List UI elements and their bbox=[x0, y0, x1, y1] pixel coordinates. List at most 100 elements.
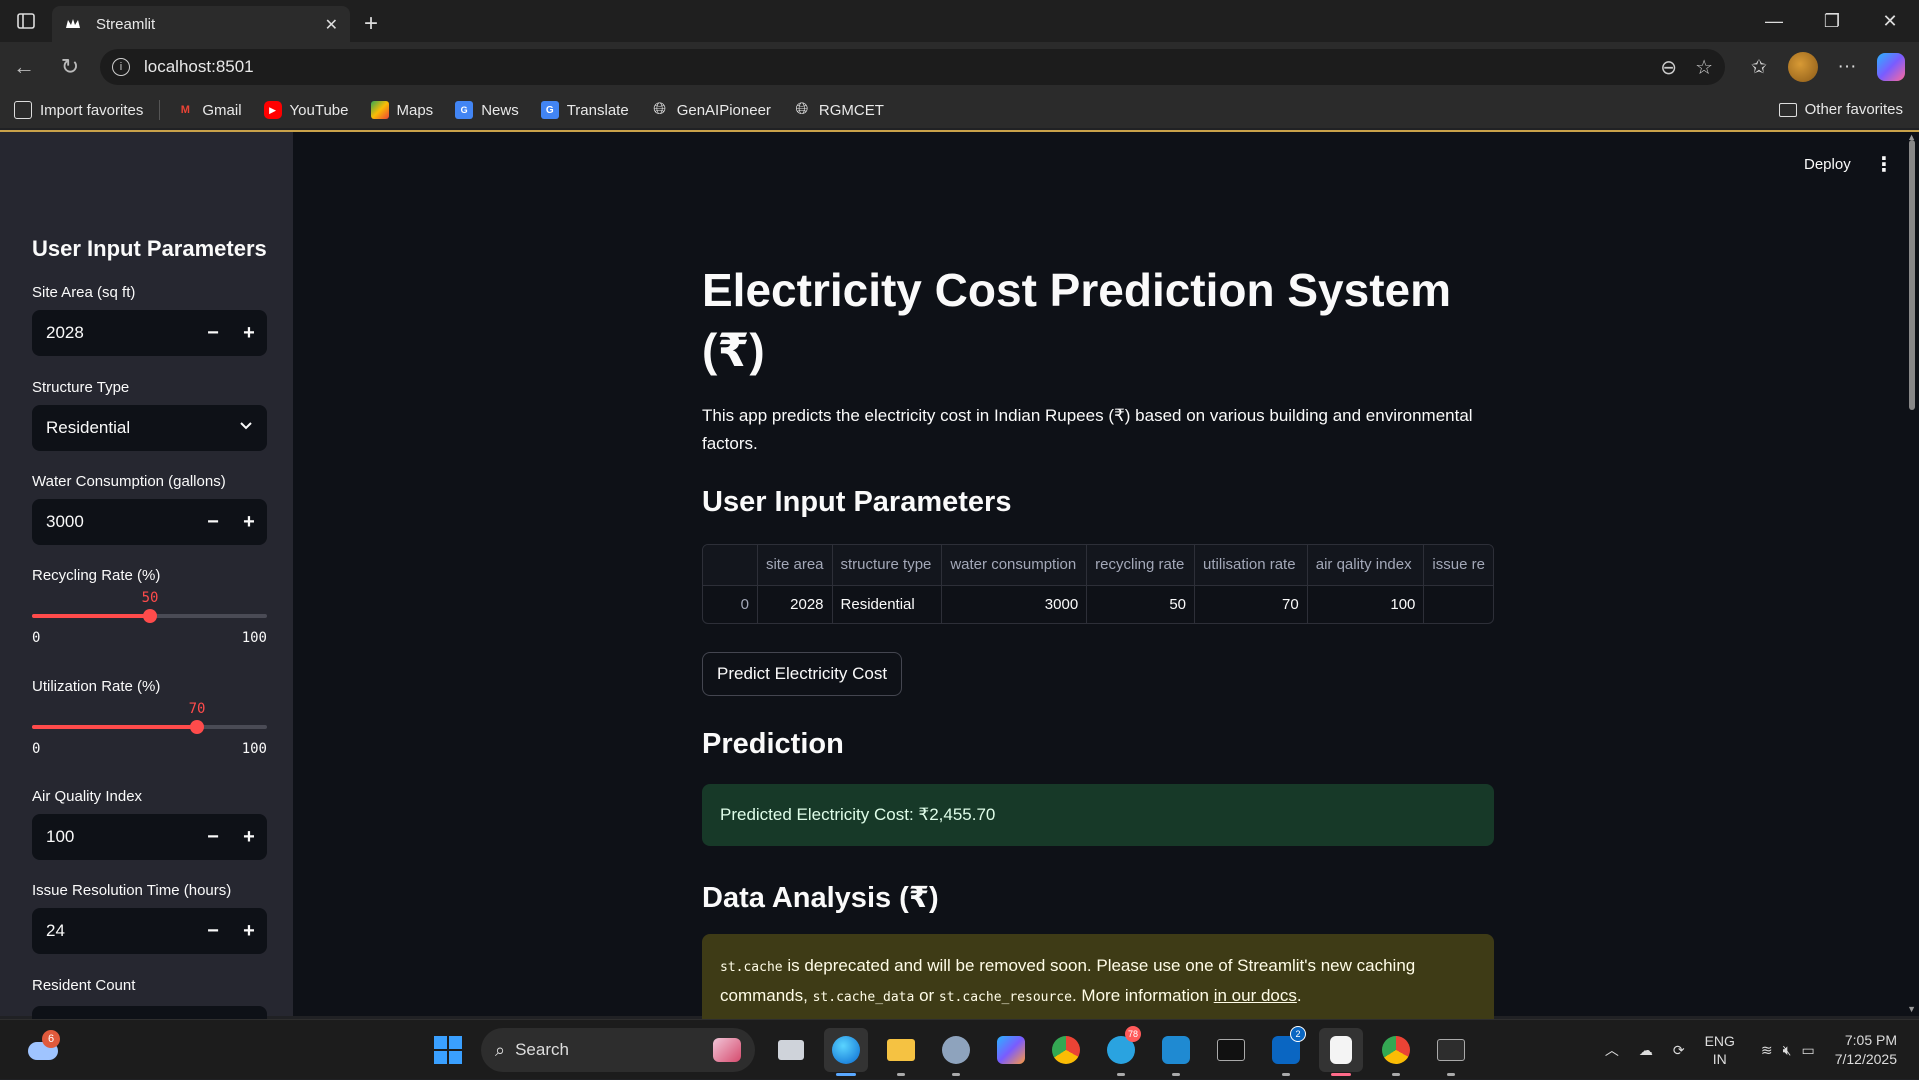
resident-count-input[interactable] bbox=[32, 1006, 267, 1020]
predict-button[interactable]: Predict Electricity Cost bbox=[702, 652, 903, 696]
favorite-news[interactable]: G News bbox=[455, 101, 519, 119]
table-cell[interactable]: Residential bbox=[832, 585, 943, 623]
copilot-icon[interactable] bbox=[1875, 51, 1907, 83]
code-st-cache: st.cache bbox=[720, 960, 783, 975]
restore-icon[interactable]: ❐ bbox=[1803, 0, 1861, 42]
scroll-down-icon[interactable]: ▼ bbox=[1907, 1004, 1916, 1014]
decrement-button[interactable]: − bbox=[195, 908, 231, 954]
chrome-profile-icon[interactable] bbox=[1374, 1028, 1418, 1076]
column-header[interactable] bbox=[703, 545, 758, 586]
site-area-value[interactable]: 2028 bbox=[32, 323, 195, 343]
profile-avatar[interactable] bbox=[1787, 51, 1819, 83]
scrollbar-thumb[interactable] bbox=[1909, 140, 1915, 410]
close-window-icon[interactable]: ✕ bbox=[1861, 0, 1919, 42]
increment-button[interactable]: + bbox=[231, 310, 267, 356]
back-icon[interactable]: ← bbox=[0, 47, 48, 87]
water-input[interactable]: 3000 − + bbox=[32, 499, 267, 545]
column-header[interactable]: issue re bbox=[1423, 545, 1493, 586]
onedrive-icon[interactable]: ☁ bbox=[1639, 1042, 1653, 1059]
app-icon[interactable] bbox=[1319, 1028, 1363, 1076]
params-dataframe[interactable]: site area structure type water consumpti… bbox=[702, 544, 1494, 624]
favorite-youtube[interactable]: ▶ YouTube bbox=[263, 101, 349, 119]
site-area-input[interactable]: 2028 − + bbox=[32, 310, 267, 356]
table-cell[interactable]: 2028 bbox=[757, 585, 833, 623]
increment-button[interactable]: + bbox=[231, 908, 267, 954]
battery-icon[interactable]: ▭ bbox=[1801, 1042, 1814, 1059]
taskbar-search[interactable]: ⌕ Search bbox=[481, 1028, 755, 1072]
close-tab-icon[interactable]: ✕ bbox=[325, 15, 338, 35]
scroll-up-icon[interactable]: ▲ bbox=[1907, 132, 1916, 142]
reload-icon[interactable]: ↻ bbox=[46, 47, 94, 87]
zoom-icon[interactable]: ⊖ bbox=[1660, 55, 1677, 80]
minimize-icon[interactable]: — bbox=[1745, 0, 1803, 42]
increment-button[interactable]: + bbox=[231, 814, 267, 860]
column-header[interactable]: utilisation rate bbox=[1194, 545, 1308, 586]
chrome-icon[interactable] bbox=[1044, 1028, 1088, 1072]
table-cell[interactable]: 3000 bbox=[941, 585, 1088, 623]
powershell-icon[interactable] bbox=[1429, 1028, 1473, 1076]
column-header[interactable]: site area bbox=[757, 545, 833, 586]
column-header[interactable]: recycling rate bbox=[1086, 545, 1196, 586]
clock[interactable]: 7:05 PM 7/12/2025 bbox=[1835, 1031, 1897, 1069]
edge-icon[interactable] bbox=[824, 1028, 868, 1076]
favorites-icon[interactable]: ✩ bbox=[1743, 51, 1775, 83]
language-indicator[interactable]: ENG IN bbox=[1705, 1032, 1735, 1068]
chevron-up-icon[interactable]: ︿ bbox=[1605, 1040, 1619, 1060]
favorite-import[interactable]: Import favorites bbox=[14, 101, 143, 119]
recycling-slider[interactable]: 50 0 100 bbox=[32, 590, 267, 650]
browser-tab[interactable]: Streamlit ✕ bbox=[52, 6, 350, 42]
new-tab-icon[interactable]: + bbox=[350, 6, 392, 42]
column-header[interactable]: structure type bbox=[832, 545, 943, 586]
sync-icon[interactable]: ⟳ bbox=[1673, 1042, 1685, 1059]
issue-time-input[interactable]: 24 − + bbox=[32, 908, 267, 954]
favorite-maps[interactable]: Maps bbox=[370, 101, 433, 119]
favorite-gmail[interactable]: M Gmail bbox=[176, 101, 242, 119]
settings-icon[interactable] bbox=[934, 1028, 978, 1076]
increment-button[interactable]: + bbox=[231, 499, 267, 545]
site-info-icon[interactable]: i bbox=[112, 58, 130, 76]
column-header[interactable]: water consumption bbox=[941, 545, 1088, 586]
terminal-icon[interactable] bbox=[1209, 1028, 1253, 1072]
aqi-input[interactable]: 100 − + bbox=[32, 814, 267, 860]
favorite-star-icon[interactable]: ☆ bbox=[1695, 55, 1713, 80]
slider-max: 100 bbox=[241, 630, 267, 646]
vscode-icon[interactable] bbox=[1154, 1028, 1198, 1076]
table-cell[interactable]: 0 bbox=[703, 585, 758, 623]
table-cell[interactable]: 70 bbox=[1194, 585, 1308, 623]
linkedin-icon[interactable]: 2 bbox=[1264, 1026, 1308, 1076]
decrement-button[interactable]: − bbox=[195, 310, 231, 356]
main-menu-icon[interactable]: ⋮ bbox=[1874, 152, 1894, 177]
slider-thumb[interactable] bbox=[190, 720, 204, 734]
wifi-icon[interactable]: ≋ bbox=[1761, 1042, 1773, 1059]
table-row[interactable]: 0 2028 Residential 3000 50 70 100 bbox=[703, 585, 1493, 623]
structure-type-select[interactable]: Residential bbox=[32, 405, 267, 451]
table-cell[interactable] bbox=[1424, 585, 1493, 623]
deploy-button[interactable]: Deploy bbox=[1804, 156, 1851, 173]
favorite-label: Translate bbox=[566, 101, 629, 119]
task-view-icon[interactable] bbox=[769, 1028, 813, 1072]
column-header[interactable]: air qality index bbox=[1307, 545, 1425, 586]
decrement-button[interactable]: − bbox=[195, 499, 231, 545]
table-cell[interactable]: 50 bbox=[1086, 585, 1196, 623]
table-cell[interactable]: 100 bbox=[1307, 585, 1425, 623]
decrement-button[interactable]: − bbox=[195, 814, 231, 860]
favorite-rgmcet[interactable]: 🌐︎ RGMCET bbox=[793, 101, 884, 119]
volume-muted-icon[interactable]: 🔇︎ bbox=[1783, 1042, 1792, 1059]
start-button[interactable] bbox=[426, 1028, 470, 1072]
utilization-slider[interactable]: 70 0 100 bbox=[32, 701, 267, 761]
tab-actions-icon[interactable] bbox=[0, 0, 52, 42]
address-bar[interactable]: i localhost:8501 ⊖ ☆ bbox=[100, 49, 1725, 85]
other-favorites[interactable]: Other favorites bbox=[1778, 101, 1903, 118]
issue-time-value[interactable]: 24 bbox=[32, 921, 195, 941]
weather-widget[interactable]: 6 bbox=[26, 1030, 62, 1068]
file-explorer-icon[interactable] bbox=[879, 1028, 923, 1076]
docs-link[interactable]: in our docs bbox=[1214, 986, 1297, 1005]
telegram-icon[interactable]: 78 bbox=[1099, 1026, 1143, 1076]
favorite-genaipioneer[interactable]: 🌐︎ GenAIPioneer bbox=[651, 101, 771, 119]
copilot-app-icon[interactable] bbox=[989, 1028, 1033, 1072]
favorite-translate[interactable]: G Translate bbox=[540, 101, 629, 119]
water-value[interactable]: 3000 bbox=[32, 512, 195, 532]
aqi-value[interactable]: 100 bbox=[32, 827, 195, 847]
more-icon[interactable]: ··· bbox=[1831, 51, 1863, 83]
slider-thumb[interactable] bbox=[143, 609, 157, 623]
